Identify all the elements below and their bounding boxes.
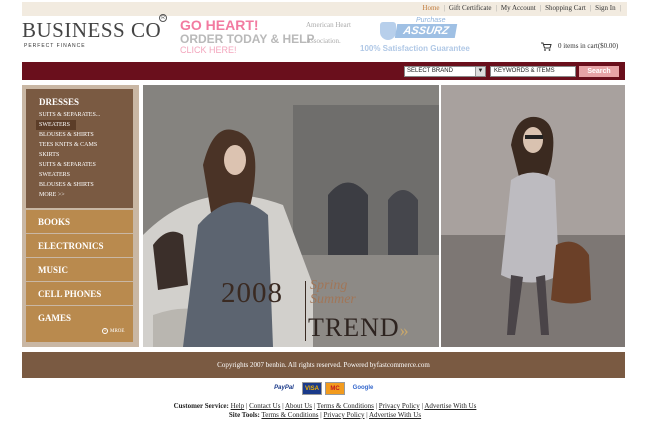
banner-season-2: Summer — [310, 292, 356, 307]
shield-icon — [380, 22, 396, 40]
assurz-ad[interactable]: Purchase ASSURZ 100% Satisfaction Guaran… — [360, 16, 480, 56]
sidebar-item-electronics[interactable]: ELECTRONICS — [26, 234, 133, 257]
sidebar-more-label: MROE — [110, 329, 125, 334]
cart-icon — [541, 42, 552, 51]
site-tools-label: Site Tools: — [228, 411, 260, 419]
site-tools-link-terms[interactable]: Terms & Conditions — [261, 411, 318, 419]
footer-link-privacy[interactable]: Privacy Policy — [379, 402, 420, 410]
sidebar-subitem[interactable]: BLOUSES & SHIRTS — [39, 130, 133, 140]
top-nav: Home | Gift Certificate | My Account | Shoppin… — [418, 4, 621, 12]
ad-heart-org1: American Heart — [306, 21, 351, 29]
cart-summary[interactable]: 0 items in cart($0.00) — [541, 42, 618, 51]
hero-banner-right[interactable] — [441, 85, 625, 347]
chevron-down-icon[interactable]: ▼ — [475, 67, 485, 76]
brand-select-value: SELECT BRAND — [407, 68, 453, 74]
topnav-home-link[interactable]: Home — [418, 4, 443, 12]
assurz-guarantee: 100% Satisfaction Guarantee — [360, 44, 470, 53]
site-tools-links: Site Tools: Terms & Conditions | Privacy… — [228, 411, 422, 419]
footer-copyright-bar: Copyrights 2007 benbin. All rights reser… — [22, 352, 625, 378]
sidebar-item-dresses[interactable]: DRESSES — [39, 97, 133, 107]
footer-link-about[interactable]: About Us — [285, 402, 312, 410]
search-button[interactable]: Search — [579, 66, 619, 77]
topnav-shopping-cart-link[interactable]: Shopping Cart — [541, 4, 590, 12]
plus-icon: + — [102, 328, 108, 334]
registered-mark: R — [159, 14, 167, 22]
site-tools-link-advertise[interactable]: Advertise With Us — [369, 411, 421, 419]
sidebar-more-link[interactable]: MORE >> — [39, 190, 133, 200]
sidebar-subitem[interactable]: SUITS & SEPARATES — [39, 160, 133, 170]
hero-banner-left[interactable]: 2008 Spring Summer TREND» — [143, 85, 439, 347]
footer-link-terms[interactable]: Terms & Conditions — [317, 402, 374, 410]
ad-heart-line3: CLICK HERE! — [180, 45, 237, 55]
top-utility-bar: Home | Gift Certificate | My Account | Shoppin… — [22, 2, 627, 16]
double-chevron-icon: » — [399, 320, 410, 340]
banner-divider — [305, 281, 306, 341]
ad-heart-line1: GO HEART! — [180, 17, 259, 33]
sidebar-nav: DRESSES SUITS & SEPARATES... SWEATERS BL… — [22, 85, 139, 347]
topnav-my-account-link[interactable]: My Account — [497, 4, 540, 12]
banner-trend-text: TREND — [308, 313, 400, 342]
paypal-logo: PayPal — [274, 385, 294, 391]
site-logo[interactable]: BUSINESS CO — [22, 18, 161, 43]
sidebar-subitem[interactable]: SUITS & SEPARATES... — [39, 110, 133, 120]
hero-photo-left — [143, 85, 439, 347]
banner-year: 2008 — [221, 277, 283, 309]
brand-select[interactable]: SELECT BRAND ▼ — [404, 66, 486, 77]
mastercard-logo: MC — [325, 382, 345, 395]
footer-link-advertise[interactable]: Advertise With Us — [424, 402, 476, 410]
assurz-brand: ASSURZ — [394, 24, 458, 38]
hero-photo-right — [441, 85, 625, 347]
sidebar-subitem[interactable]: SKIRTS — [39, 150, 133, 160]
footer-link-contact[interactable]: Contact Us — [249, 402, 280, 410]
heart-association-ad[interactable]: GO HEART! ORDER TODAY & HELP CLICK HERE!… — [180, 17, 360, 55]
cart-text: 0 items in cart($0.00) — [558, 42, 619, 51]
customer-service-links: Customer Service: Help | Contact Us | Ab… — [173, 402, 477, 410]
sidebar-item-games[interactable]: GAMES — [26, 306, 133, 342]
ad-heart-line2: ORDER TODAY & HELP — [180, 32, 315, 46]
sidebar-item-cell-phones[interactable]: CELL PHONES — [26, 282, 133, 305]
visa-logo: VISA — [302, 382, 322, 395]
search-bar: SELECT BRAND ▼ KEYWORDS & ITEMS Search — [22, 62, 625, 80]
topnav-gift-certificate-link[interactable]: Gift Certificate — [445, 4, 496, 12]
sidebar-more-button[interactable]: + MROE — [102, 328, 124, 334]
sidebar-subitem[interactable]: SWEATERS — [36, 120, 76, 130]
site-tagline: PERFECT FINANCE — [24, 43, 86, 49]
sidebar-item-books[interactable]: BOOKS — [26, 210, 133, 233]
google-checkout-logo: Google — [352, 385, 374, 391]
sidebar-item-music[interactable]: MUSIC — [26, 258, 133, 281]
customer-service-label: Customer Service: — [173, 402, 229, 410]
ad-heart-org2: Association. — [306, 37, 341, 45]
sidebar-subitem[interactable]: SWEATERS — [39, 170, 133, 180]
site-tools-link-privacy[interactable]: Privacy Policy — [323, 411, 364, 419]
dresses-panel: DRESSES SUITS & SEPARATES... SWEATERS BL… — [26, 89, 133, 208]
keywords-input[interactable]: KEYWORDS & ITEMS — [490, 66, 576, 77]
payment-icons: PayPal VISA MC Google — [270, 382, 380, 396]
footer-link-help[interactable]: Help — [231, 402, 245, 410]
assurz-small-text: Purchase — [416, 17, 446, 24]
sidebar-subitem[interactable]: TEES KNITS & CAMS — [39, 140, 133, 150]
sidebar-subitem[interactable]: BLOUSES & SHIRTS — [39, 180, 133, 190]
banner-trend: TREND» — [308, 313, 410, 343]
topnav-sign-in-link[interactable]: Sign In — [591, 4, 619, 12]
